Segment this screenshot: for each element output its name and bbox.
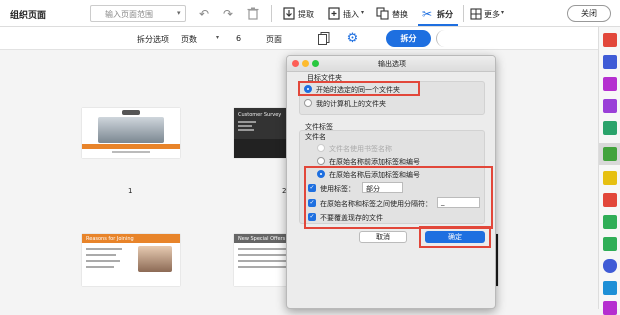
page-thumbnail-3[interactable]: Reasons for Joining: [82, 234, 180, 286]
separator-input[interactable]: _: [437, 197, 480, 208]
undo-icon[interactable]: ↶: [197, 7, 211, 21]
tools-icon[interactable]: [603, 301, 617, 315]
page-count-input[interactable]: 6: [228, 31, 258, 46]
replace-icon[interactable]: [375, 6, 389, 21]
extract-button[interactable]: 提取: [298, 9, 314, 20]
replace-button[interactable]: 替换: [392, 9, 408, 20]
my-computer-option-label: 我的计算机上的文件夹: [316, 100, 386, 108]
gear-icon[interactable]: ⚙: [345, 31, 360, 46]
pages-icon[interactable]: [317, 31, 330, 46]
split-method-value: 页数: [181, 35, 197, 44]
reasons-title: Reasons for Joining: [86, 236, 134, 242]
car-image: [98, 117, 164, 143]
dark-image: [234, 139, 290, 158]
logo: [122, 110, 140, 115]
redact-icon[interactable]: [603, 193, 617, 207]
organize-pages-icon[interactable]: [603, 147, 617, 161]
window-zoom-icon[interactable]: [312, 60, 319, 67]
combine-icon[interactable]: [603, 55, 617, 69]
split-tab-indicator: [418, 24, 458, 26]
offers-title: New Special Offers: [238, 236, 286, 242]
radio-prefix-label[interactable]: [317, 157, 325, 165]
chevron-down-icon[interactable]: ▾: [216, 34, 219, 41]
suffix-option-label: 在原始名称后添加标签和编号: [329, 171, 420, 179]
page-thumbnail-2[interactable]: Customer Survey: [234, 108, 290, 158]
survey-title: Customer Survey: [238, 112, 282, 118]
insert-button[interactable]: 插入: [343, 9, 359, 20]
text-line: [86, 260, 120, 262]
sign-icon[interactable]: [603, 99, 617, 113]
close-button[interactable]: 关闭: [567, 5, 611, 22]
split-method-select[interactable]: 页数 ▾: [178, 31, 224, 46]
text-line: [86, 266, 114, 268]
file-name-label: 文件名: [305, 133, 326, 141]
text-line: [238, 254, 293, 256]
chevron-down-icon[interactable]: ▾: [177, 9, 181, 17]
same-folder-option-label: 开始时选定的同一个文件夹: [316, 86, 400, 94]
trash-icon[interactable]: [246, 6, 260, 21]
radio-my-computer[interactable]: [304, 99, 312, 107]
text-line: [112, 151, 150, 153]
text-line: [238, 125, 252, 127]
separator-checkbox[interactable]: ✓: [308, 199, 316, 207]
create-pdf-icon[interactable]: [603, 33, 617, 47]
more-icon[interactable]: [469, 7, 482, 20]
text-line: [238, 266, 288, 268]
insert-icon[interactable]: [327, 6, 341, 21]
page-unit-label: 页面: [266, 35, 282, 44]
more-button[interactable]: 更多: [484, 9, 500, 20]
cancel-button[interactable]: 取消: [359, 231, 407, 243]
redo-icon[interactable]: ↷: [221, 7, 235, 21]
export-pdf-icon[interactable]: [603, 121, 617, 135]
ok-button[interactable]: 确定: [425, 231, 485, 243]
shield-icon[interactable]: [603, 259, 617, 273]
split-tab[interactable]: 拆分: [437, 9, 453, 20]
compress-icon[interactable]: [603, 237, 617, 251]
dialog-title: 输出选项: [378, 60, 406, 68]
no-overwrite-text: 不要覆盖现存的文件: [320, 214, 383, 222]
print-icon[interactable]: [603, 215, 617, 229]
radio-same-folder[interactable]: [304, 85, 312, 93]
radio-suffix-label[interactable]: [317, 170, 325, 178]
label-input[interactable]: 部分: [362, 182, 403, 193]
more-chevron-icon[interactable]: ▾: [501, 9, 504, 16]
window-minimize-icon[interactable]: [302, 60, 309, 67]
window-close-icon[interactable]: [292, 60, 299, 67]
top-toolbar: 组织页面 输入页面范围 ▾ ↶ ↷ 提取 插入 ▾ 替换 ✂ 拆分 更多 ▾ 关…: [0, 0, 620, 27]
page-range-input[interactable]: 输入页面范围 ▾: [90, 5, 186, 22]
page-title: 组织页面: [10, 11, 47, 21]
text-line: [86, 248, 122, 250]
split-more-toggle[interactable]: [436, 30, 450, 47]
text-line: [238, 129, 254, 131]
radio-bookmark-name[interactable]: [317, 144, 325, 152]
separator-text: 在原始名称和标签之间使用分隔符：: [320, 200, 432, 208]
page-count-value: 6: [236, 34, 242, 43]
right-tool-sidebar: [598, 27, 620, 315]
label-input-value: 部分: [366, 185, 380, 193]
scissors-icon[interactable]: ✂: [420, 6, 434, 21]
edit-pdf-icon[interactable]: [603, 77, 617, 91]
bookmark-name-option-label: 文件名使用书签名称: [329, 145, 392, 153]
share-icon[interactable]: [603, 281, 617, 295]
separator-input-value: _: [441, 198, 445, 206]
output-options-dialog: 输出选项 目标文件夹 开始时选定的同一个文件夹 我的计算机上的文件夹 文件标签 …: [286, 55, 496, 309]
orange-banner: [82, 144, 180, 149]
page-number-1: 1: [128, 187, 133, 195]
text-line: [86, 254, 116, 256]
insert-chevron-icon[interactable]: ▾: [361, 9, 364, 16]
text-line: [238, 121, 256, 123]
page-thumbnail-1[interactable]: [82, 108, 180, 158]
split-button[interactable]: 拆分: [386, 30, 431, 47]
extract-icon[interactable]: [282, 6, 296, 21]
use-label-checkbox[interactable]: ✓: [308, 184, 316, 192]
people-image: [138, 246, 172, 272]
use-label-text: 使用标签：: [320, 185, 355, 193]
comment-icon[interactable]: [603, 171, 617, 185]
split-options-bar: 拆分选项 页数 ▾ 6 页面 ⚙ 拆分: [0, 27, 598, 50]
split-options-label: 拆分选项: [137, 35, 169, 44]
no-overwrite-checkbox[interactable]: ✓: [308, 213, 316, 221]
page-range-placeholder: 输入页面范围: [105, 10, 153, 19]
